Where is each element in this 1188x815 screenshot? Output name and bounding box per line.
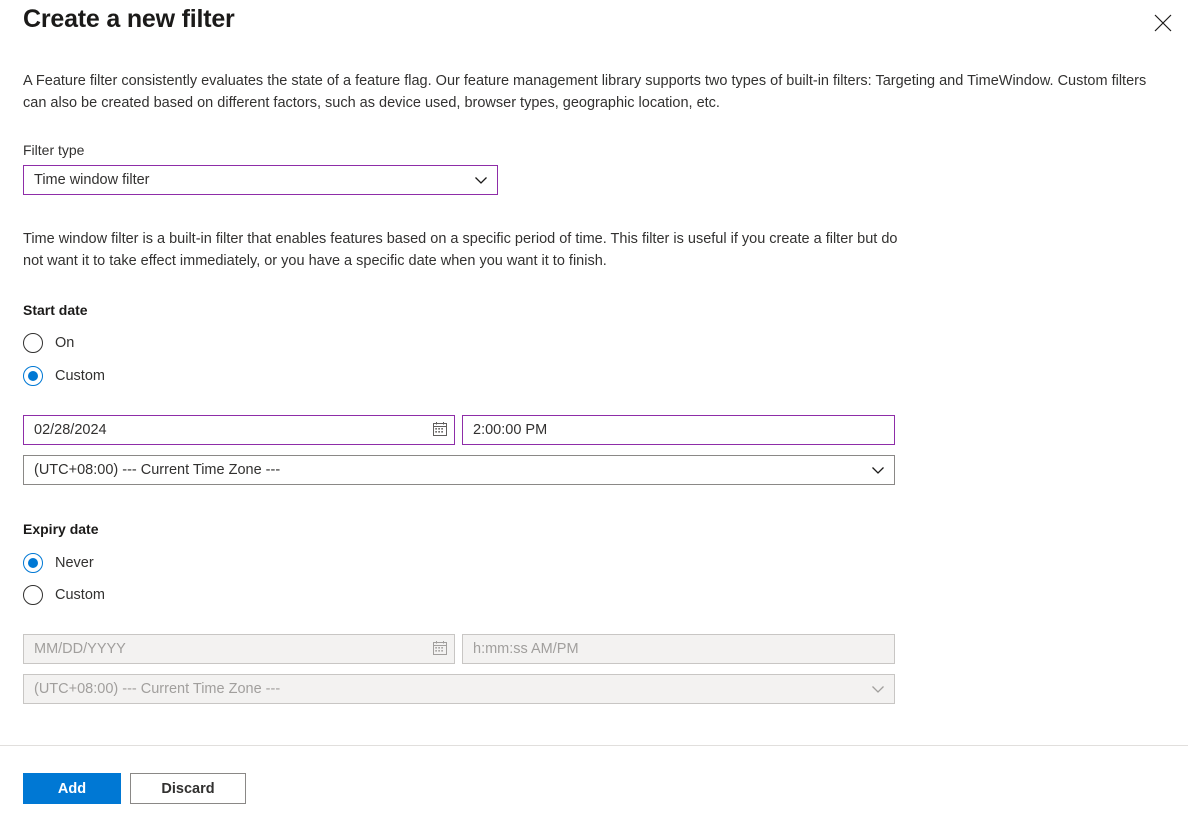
expiry-timezone-dropdown: (UTC+08:00) --- Current Time Zone --- (23, 674, 895, 704)
start-date-calendar-button[interactable] (426, 416, 454, 444)
filter-type-dropdown[interactable]: Time window filter (23, 165, 498, 195)
start-date-radio-custom[interactable]: Custom (23, 365, 105, 387)
start-date-radio-on[interactable]: On (23, 332, 74, 354)
start-timezone-dropdown[interactable]: (UTC+08:00) --- Current Time Zone --- (23, 455, 895, 485)
page-title: Create a new filter (23, 5, 235, 33)
calendar-icon (432, 421, 448, 440)
expiry-time-input-wrapper (462, 634, 895, 664)
expiry-date-input (24, 635, 426, 663)
expiry-date-label: Expiry date (23, 521, 99, 537)
dialog-description: A Feature filter consistently evaluates … (23, 73, 1147, 111)
close-button[interactable] (1146, 6, 1180, 40)
filter-type-description: Time window filter is a built-in filter … (23, 231, 898, 269)
discard-button[interactable]: Discard (130, 773, 246, 804)
expiry-date-input-wrapper (23, 634, 455, 664)
calendar-icon (432, 640, 448, 659)
start-timezone-value: (UTC+08:00) --- Current Time Zone --- (34, 462, 281, 478)
expiry-date-radio-never[interactable]: Never (23, 552, 94, 574)
footer-divider (0, 745, 1188, 746)
expiry-timezone-value: (UTC+08:00) --- Current Time Zone --- (34, 681, 281, 697)
add-button[interactable]: Add (23, 773, 121, 804)
close-icon (1154, 14, 1172, 32)
start-date-input-wrapper[interactable] (23, 415, 455, 445)
chevron-down-icon (870, 681, 886, 697)
start-date-input[interactable] (24, 416, 426, 444)
filter-type-label: Filter type (23, 142, 85, 158)
start-date-label: Start date (23, 302, 88, 318)
chevron-down-icon (870, 462, 886, 478)
chevron-down-icon (473, 172, 489, 188)
radio-icon (23, 333, 43, 353)
expiry-date-radio-custom-label: Custom (55, 587, 105, 603)
filter-type-value: Time window filter (34, 172, 150, 188)
create-filter-dialog: Create a new filter A Feature filter con… (0, 0, 1188, 815)
expiry-time-input (463, 635, 894, 663)
start-time-input-wrapper[interactable] (462, 415, 895, 445)
start-time-input[interactable] (463, 416, 894, 444)
radio-icon (23, 553, 43, 573)
radio-icon (23, 585, 43, 605)
start-date-radio-on-label: On (55, 335, 75, 351)
start-date-radio-custom-label: Custom (55, 368, 105, 384)
radio-icon (23, 366, 43, 386)
expiry-date-radio-never-label: Never (55, 555, 94, 571)
expiry-date-calendar-button (426, 635, 454, 663)
expiry-date-radio-custom[interactable]: Custom (23, 584, 105, 606)
